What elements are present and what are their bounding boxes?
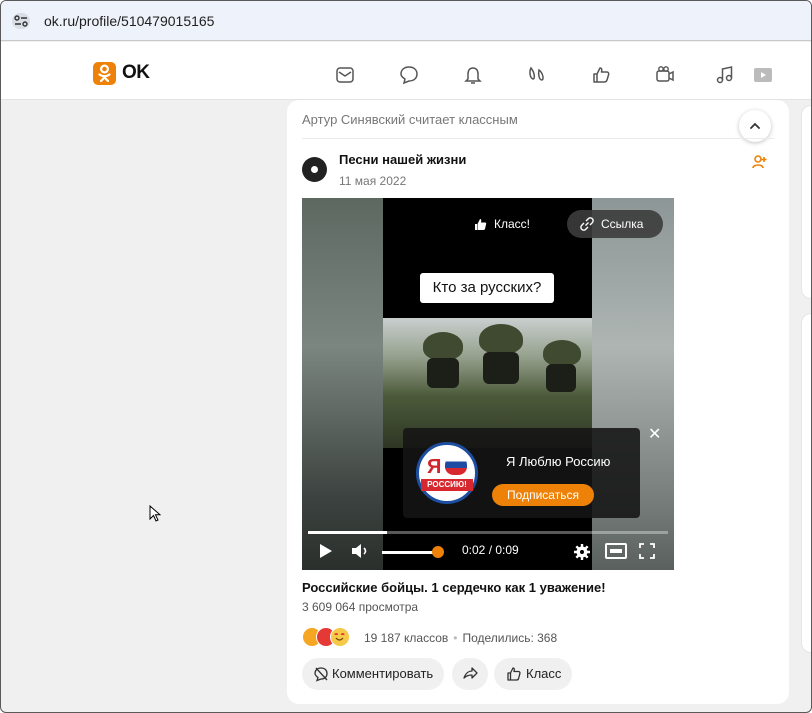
video-link-label: Ссылка xyxy=(601,217,644,231)
video-progress-bar[interactable] xyxy=(308,531,668,534)
video-link-button[interactable]: Ссылка xyxy=(567,210,663,238)
video-progress-fill xyxy=(308,531,388,534)
fullscreen-icon[interactable] xyxy=(639,543,655,564)
video-time: 0:02 / 0:09 xyxy=(462,543,519,557)
ok-logo-icon[interactable] xyxy=(93,62,116,85)
mouse-cursor-icon xyxy=(149,504,162,528)
miniplayer-icon[interactable] xyxy=(605,543,627,564)
feed-post-card: Артур Синявский считает классным Песни н… xyxy=(287,100,789,704)
volume-icon[interactable] xyxy=(351,543,369,564)
comment-label: Комментировать xyxy=(332,666,434,681)
share-button[interactable] xyxy=(452,658,488,690)
post-stats: 19 187 классов • Поделились: 368 xyxy=(364,631,558,645)
channel-promo: Я РОССИЮ! Я Люблю Россию Подписаться xyxy=(403,428,640,518)
messages-icon[interactable] xyxy=(334,64,356,86)
share-icon xyxy=(463,667,478,679)
view-count: 3 609 064 просмотра xyxy=(302,600,419,614)
chevron-up-icon xyxy=(750,122,760,129)
more-icon[interactable] xyxy=(751,64,773,86)
close-promo-icon[interactable]: ✕ xyxy=(648,424,661,444)
volume-knob[interactable] xyxy=(432,546,444,558)
subscribe-button[interactable]: Подписаться xyxy=(492,484,594,506)
link-icon xyxy=(580,217,594,231)
divider xyxy=(302,138,774,139)
join-group-icon[interactable] xyxy=(752,154,768,175)
group-name[interactable]: Песни нашей жизни xyxy=(339,152,466,167)
address-bar[interactable]: ok.ru/profile/510479015165 xyxy=(1,1,811,41)
play-icon[interactable] xyxy=(319,543,333,564)
music-icon[interactable] xyxy=(714,64,736,86)
klass-label: Класс xyxy=(526,666,562,681)
thumb-up-icon xyxy=(507,667,521,681)
group-avatar[interactable] xyxy=(302,157,327,182)
video-title[interactable]: Российские бойцы. 1 сердечко как 1 уваже… xyxy=(302,580,606,595)
url-text[interactable]: ok.ru/profile/510479015165 xyxy=(44,13,214,29)
video-blur-left xyxy=(302,198,383,570)
discussions-icon[interactable] xyxy=(398,64,420,86)
channel-badge-logo: Я РОССИЮ! xyxy=(416,442,478,504)
thumb-up-icon xyxy=(475,219,487,230)
right-column-card xyxy=(801,105,811,299)
promo-channel-name[interactable]: Я Люблю Россию xyxy=(506,454,610,469)
guests-icon[interactable] xyxy=(526,64,548,86)
logo-text[interactable]: OK xyxy=(122,62,150,84)
share-count[interactable]: Поделились: 368 xyxy=(462,631,557,645)
video-caption: Кто за русских? xyxy=(420,273,554,303)
comment-button[interactable]: Комментировать xyxy=(302,658,444,690)
site-settings-icon[interactable] xyxy=(12,13,30,29)
comment-icon xyxy=(314,667,328,682)
video-icon[interactable] xyxy=(654,64,676,86)
reactions-summary[interactable] xyxy=(302,627,358,647)
love-reaction-icon xyxy=(330,627,350,647)
ok-header: OK xyxy=(1,42,811,100)
video-player[interactable]: Кто за русских? Класс! Ссылка ✕ Я РОССИЮ… xyxy=(302,198,674,570)
volume-slider[interactable] xyxy=(382,551,436,554)
settings-gear-icon[interactable] xyxy=(573,543,591,566)
browser-window: ok.ru/profile/510479015165 OK Артур Синя… xyxy=(0,0,812,713)
video-klass-label: Класс! xyxy=(494,217,530,231)
notifications-icon[interactable] xyxy=(462,64,484,86)
post-date[interactable]: 11 мая 2022 xyxy=(339,174,406,188)
video-klass-button[interactable]: Класс! xyxy=(475,211,530,237)
liked-by-text[interactable]: Артур Синявский считает классным xyxy=(302,112,518,127)
marks-icon[interactable] xyxy=(590,64,612,86)
klass-count[interactable]: 19 187 классов xyxy=(364,631,448,645)
right-column-card xyxy=(801,313,811,653)
klass-button[interactable]: Класс xyxy=(494,658,572,690)
